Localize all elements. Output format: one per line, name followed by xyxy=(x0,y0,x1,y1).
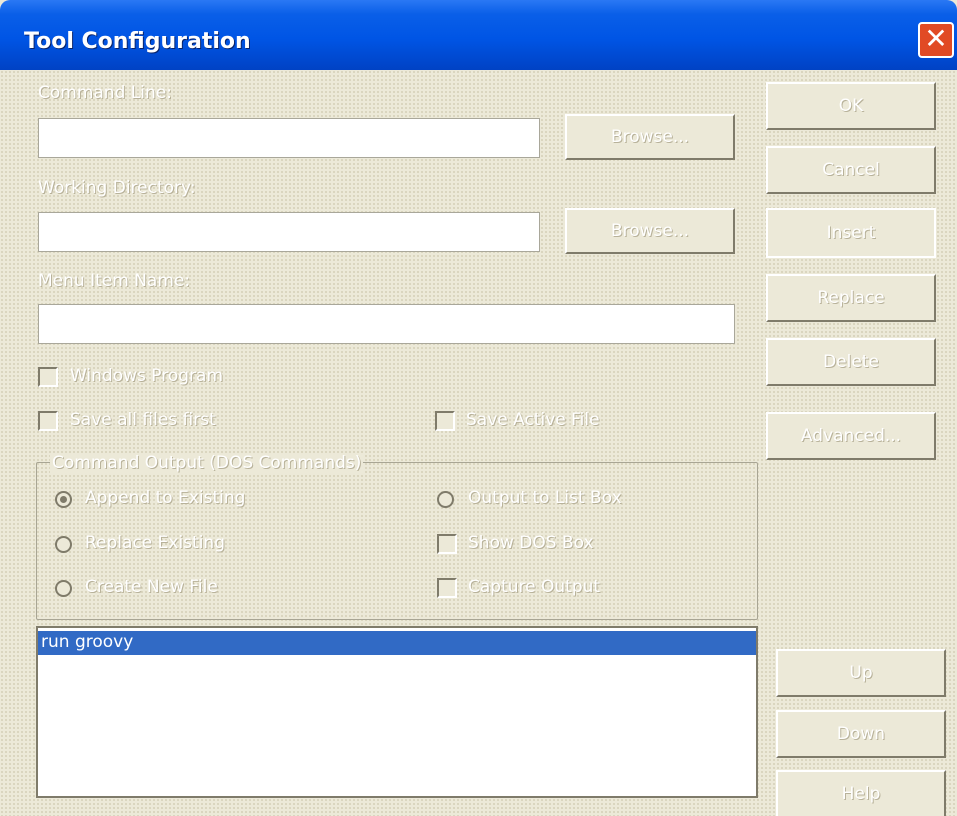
radio-selected-dot xyxy=(60,496,67,503)
working-directory-input[interactable] xyxy=(38,212,540,252)
create-new-file-label: Create New File xyxy=(85,577,218,597)
command-output-group-title: Command Output (DOS Commands) xyxy=(50,453,364,473)
show-dos-box-label: Show DOS Box xyxy=(468,533,594,553)
show-dos-box-checkbox[interactable] xyxy=(437,534,457,554)
command-line-input[interactable] xyxy=(38,118,540,158)
title-bar[interactable]: Tool Configuration ✕ xyxy=(0,0,957,70)
save-active-file-label: Save Active File xyxy=(466,410,600,430)
ok-button[interactable]: OK xyxy=(766,82,936,130)
down-button[interactable]: Down xyxy=(776,710,946,758)
capture-output-checkbox[interactable] xyxy=(437,578,457,598)
replace-button[interactable]: Replace xyxy=(766,274,936,322)
output-to-list-box-label: Output to List Box xyxy=(468,488,622,508)
command-line-label: Command Line: xyxy=(38,83,172,103)
capture-output-label: Capture Output xyxy=(468,577,601,597)
up-button[interactable]: Up xyxy=(776,649,946,697)
insert-button[interactable]: Insert xyxy=(766,208,936,258)
window-title: Tool Configuration xyxy=(24,29,251,54)
append-to-existing-radio[interactable] xyxy=(55,491,72,508)
dialog-body: Command Line: Browse... Working Director… xyxy=(0,70,957,816)
menu-item-name-input[interactable] xyxy=(38,304,735,344)
create-new-file-radio[interactable] xyxy=(55,580,72,597)
delete-button[interactable]: Delete xyxy=(766,338,936,386)
list-item[interactable]: run groovy xyxy=(38,631,756,655)
advanced-button[interactable]: Advanced... xyxy=(766,412,936,460)
cancel-button[interactable]: Cancel xyxy=(766,146,936,194)
close-icon[interactable]: ✕ xyxy=(918,22,954,58)
save-all-files-first-label: Save all files first xyxy=(70,410,216,430)
windows-program-checkbox[interactable] xyxy=(38,367,58,387)
menu-item-name-label: Menu Item Name: xyxy=(38,271,191,291)
windows-program-label: Windows Program xyxy=(70,366,224,386)
working-directory-label: Working Directory: xyxy=(38,178,196,198)
replace-existing-label: Replace Existing xyxy=(85,533,225,553)
browse-directory-button[interactable]: Browse... xyxy=(565,208,735,254)
save-active-file-checkbox[interactable] xyxy=(435,411,455,431)
browse-command-button[interactable]: Browse... xyxy=(565,114,735,160)
save-all-files-first-checkbox[interactable] xyxy=(38,411,58,431)
tool-configuration-window: Tool Configuration ✕ Command Line: Brows… xyxy=(0,0,957,816)
append-to-existing-label: Append to Existing xyxy=(85,488,246,508)
help-button[interactable]: Help xyxy=(776,770,946,816)
replace-existing-radio[interactable] xyxy=(55,536,72,553)
tools-list[interactable]: run groovy xyxy=(36,626,758,798)
output-to-list-box-radio[interactable] xyxy=(437,491,454,508)
